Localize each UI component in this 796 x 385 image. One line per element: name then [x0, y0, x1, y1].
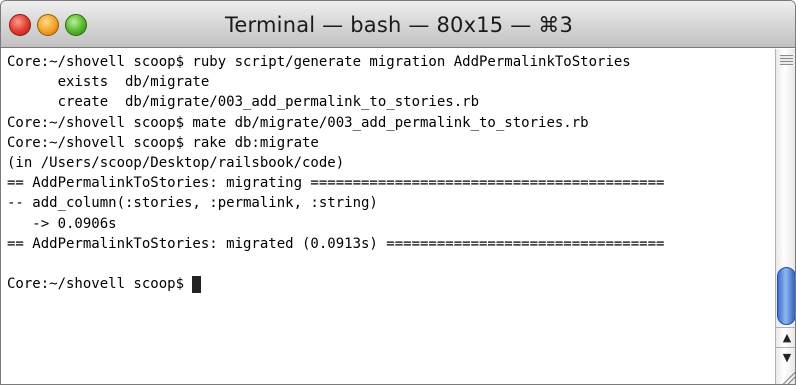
split-pane-handle[interactable]	[780, 55, 793, 65]
terminal-output[interactable]: Core:~/shovell scoop$ ruby script/genera…	[1, 49, 775, 384]
scroll-down-arrow-icon[interactable]: ▼	[776, 347, 795, 367]
window-title: Terminal — bash — 80x15 — ⌘3	[224, 13, 574, 37]
text-cursor	[192, 275, 202, 293]
prompt-text: Core:~/shovell scoop$	[7, 276, 193, 293]
scroll-up-arrow-icon[interactable]: ▲	[776, 327, 795, 347]
terminal-line: create db/migrate/003_add_permalink_to_s…	[7, 94, 480, 111]
vertical-scrollbar[interactable]: ▲ ▼	[775, 49, 795, 384]
terminal-window: Terminal — bash — 80x15 — ⌘3 Core:~/shov…	[0, 0, 796, 385]
scrollbar-thumb[interactable]	[777, 267, 795, 325]
terminal-line: (in /Users/scoop/Desktop/railsbook/code)	[7, 154, 345, 171]
terminal-line: Core:~/shovell scoop$ mate db/migrate/00…	[7, 114, 589, 131]
terminal-line: == AddPermalinkToStories: migrated (0.09…	[7, 235, 665, 252]
terminal-line: -- add_column(:stories, :permalink, :str…	[7, 195, 378, 212]
terminal-line: Core:~/shovell scoop$ ruby script/genera…	[7, 54, 631, 70]
resize-grip-icon[interactable]	[781, 370, 795, 384]
terminal-line: Core:~/shovell scoop$ rake db:migrate	[7, 134, 319, 151]
terminal-line: == AddPermalinkToStories: migrating ====…	[7, 175, 665, 192]
title-bar[interactable]: Terminal — bash — 80x15 — ⌘3	[1, 1, 795, 48]
terminal-line: -> 0.0906s	[7, 215, 117, 232]
terminal-line: exists db/migrate	[7, 74, 210, 91]
terminal-prompt-line[interactable]: Core:~/shovell scoop$	[7, 274, 775, 294]
